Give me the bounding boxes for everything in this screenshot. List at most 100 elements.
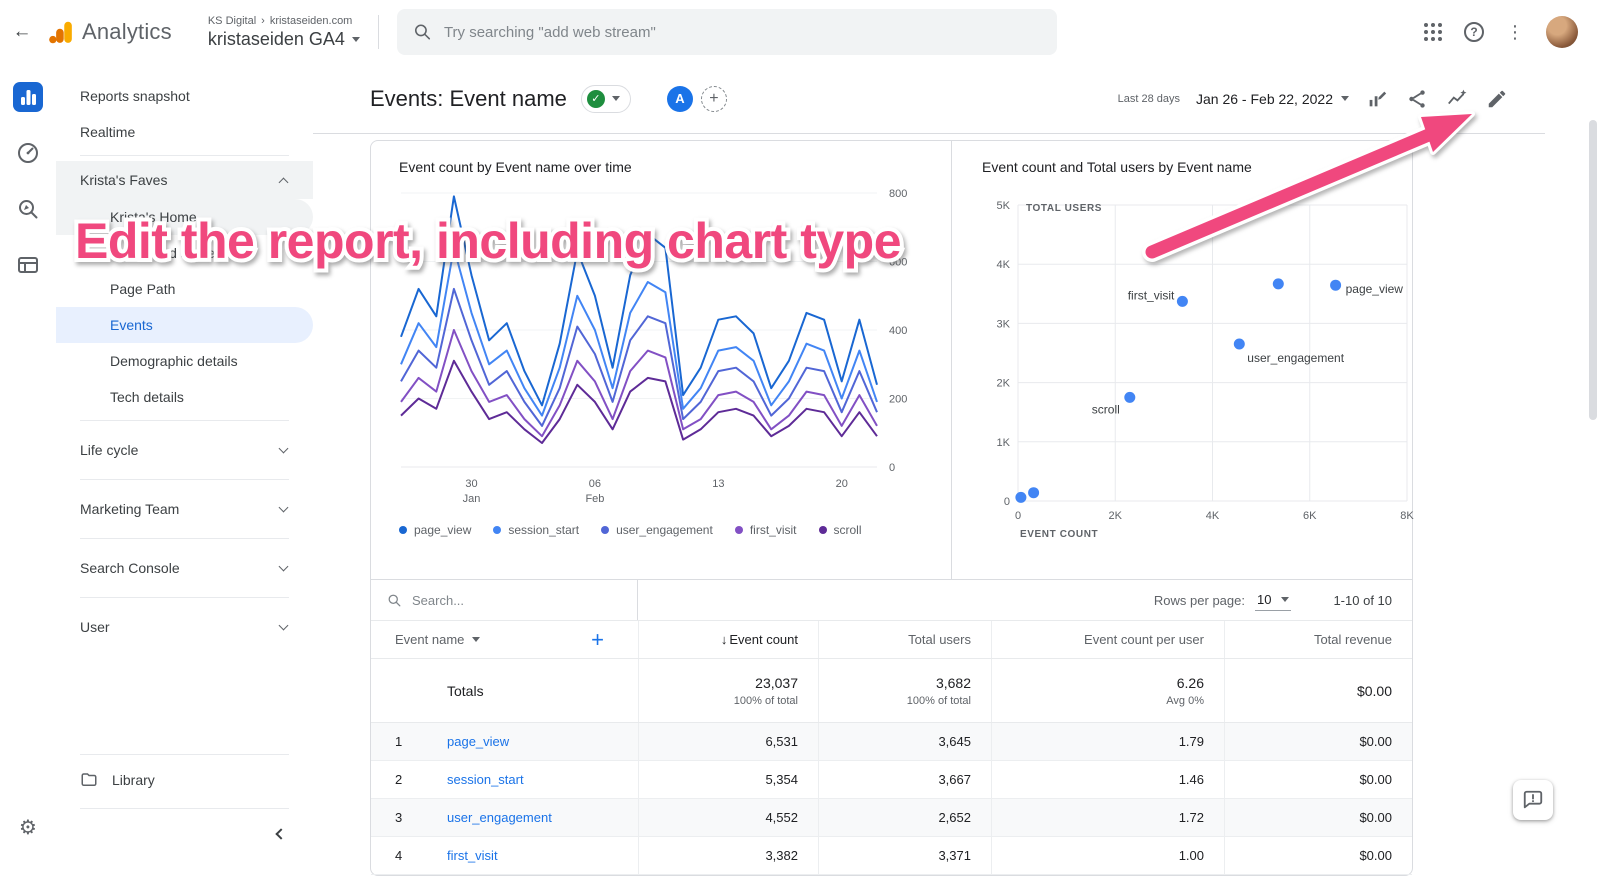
left-icon-rail: ⚙ [0, 64, 56, 884]
row-cell-revenue: $0.00 [1224, 799, 1412, 836]
insights-icon[interactable] [1445, 87, 1469, 111]
edit-comparisons-icon[interactable] [1365, 87, 1389, 111]
dimension-column-label: Event name [395, 632, 465, 647]
legend-item-session-start[interactable]: session_start [493, 523, 579, 537]
sidebar-item-tech-details[interactable]: Tech details [56, 379, 313, 415]
sidebar-item-realtime[interactable]: Realtime [56, 114, 313, 150]
column-header-total-revenue[interactable]: Total revenue [1224, 621, 1412, 658]
sidebar-section-marketing-team[interactable]: Marketing Team [56, 485, 313, 533]
add-comparison-button[interactable]: + [700, 85, 727, 112]
totals-label: Totals [447, 682, 484, 699]
comparison-avatar[interactable]: A [666, 85, 693, 112]
collapse-sidebar-button[interactable] [56, 814, 313, 854]
legend-dot [818, 526, 827, 534]
svg-text:2K: 2K [997, 378, 1011, 390]
table-search-input[interactable] [412, 592, 582, 608]
chevron-down-icon [1281, 597, 1290, 602]
row-cell-per-user: 1.46 [991, 761, 1224, 798]
sidebar-item-krista-s-home[interactable]: Krista's Home [56, 199, 313, 235]
search-icon [414, 24, 430, 40]
chevron-down-icon [278, 502, 289, 513]
legend-item-user-engagement[interactable]: user_engagement [601, 523, 713, 537]
svg-text:6K: 6K [1303, 510, 1317, 522]
scatter-point-first-visit[interactable] [1176, 295, 1188, 307]
sidebar-item-pages-and-screens[interactable]: Pages and screens [56, 235, 313, 271]
event-name-link[interactable]: first_visit [447, 848, 498, 863]
scatter-chart[interactable]: 0 2K 4K 6K 8K 0 1K 2K 3K 4K 5K TOTAL USERS EVENT COU… [982, 189, 1427, 551]
sort-desc-icon: ↓ [720, 632, 728, 647]
check-circle-icon: ✓ [586, 89, 605, 108]
property-selector[interactable]: kristaseiden GA4 [208, 29, 360, 50]
svg-text:0: 0 [1015, 510, 1021, 522]
legend-item-page-view[interactable]: page_view [399, 523, 471, 537]
nav-explore-icon[interactable] [13, 194, 43, 224]
event-name-link[interactable]: session_start [447, 772, 524, 787]
sidebar-section-life-cycle[interactable]: Life cycle [56, 426, 313, 474]
user-avatar[interactable] [1546, 16, 1578, 48]
breadcrumb-account[interactable]: KS Digital [208, 15, 256, 27]
scatter-point-misc[interactable] [1015, 491, 1027, 503]
line-chart[interactable]: 0 200 400 600 800 30 Jan 06 Feb 13 20 [399, 175, 939, 510]
divider [80, 155, 289, 156]
column-header-total-users[interactable]: Total users [818, 621, 991, 658]
folder-icon [81, 773, 97, 786]
column-header-event-count-per-user[interactable]: Event count per user [991, 621, 1224, 658]
event-name-link[interactable]: user_engagement [447, 810, 552, 825]
legend-item-scroll[interactable]: scroll [818, 523, 862, 537]
sidebar-item-reports-snapshot[interactable]: Reports snapshot [56, 78, 313, 114]
apps-grid-icon[interactable] [1424, 23, 1442, 41]
edit-report-pencil-icon[interactable] [1485, 87, 1509, 111]
row-dimension-cell: 2 session_start [371, 761, 638, 798]
section-label: Krista's Faves [80, 172, 168, 188]
row-cell-total-users: 3,667 [818, 761, 991, 798]
column-header-event-count[interactable]: ↓ Event count [638, 621, 818, 658]
search-input[interactable] [443, 23, 1041, 41]
scatter-point-session-start[interactable] [1272, 278, 1284, 290]
svg-text:600: 600 [889, 257, 907, 269]
admin-gear-icon[interactable]: ⚙ [19, 815, 37, 840]
table-search[interactable] [371, 580, 638, 620]
add-column-button[interactable]: + [591, 627, 604, 653]
chevron-left-icon [275, 828, 287, 840]
global-search[interactable] [396, 9, 1057, 55]
analytics-logo [48, 19, 74, 45]
chart-legend: page_view session_start user_engagement fir… [399, 523, 951, 537]
scrollbar-thumb[interactable] [1589, 120, 1597, 420]
event-name-link[interactable]: page_view [447, 734, 509, 749]
report-status-dropdown[interactable]: ✓ [580, 84, 631, 113]
back-arrow-icon[interactable]: ← [0, 21, 44, 43]
date-range-picker[interactable]: Jan 26 - Feb 22, 2022 [1196, 91, 1349, 107]
nav-reports-icon[interactable] [13, 82, 43, 112]
totals-per-user: 6.26 Avg 0% [991, 659, 1224, 722]
scatter-point-page-view[interactable] [1330, 279, 1342, 291]
scatter-point-misc[interactable] [1028, 487, 1040, 499]
more-vertical-icon[interactable]: ⋮ [1506, 22, 1524, 43]
share-icon[interactable] [1405, 87, 1429, 111]
help-icon[interactable]: ? [1464, 22, 1484, 42]
breadcrumb-property[interactable]: kristaseiden.com [270, 15, 353, 27]
column-header-event-name[interactable]: Event name + [371, 621, 638, 658]
table-body: 1 page_view 6,531 3,645 1.79 $0.00 2 session_st… [371, 723, 1412, 875]
divider [80, 754, 289, 755]
sidebar-item-demographic-details[interactable]: Demographic details [56, 343, 313, 379]
sidebar-section-kristas-faves[interactable]: Krista's Faves [56, 161, 313, 199]
nav-home-gauge-icon[interactable] [13, 138, 43, 168]
scatter-point-scroll[interactable] [1124, 391, 1136, 403]
totals-revenue: $0.00 [1224, 659, 1412, 722]
brand-name: Analytics [82, 19, 172, 44]
nav-advertising-icon[interactable] [13, 250, 43, 280]
scatter-point-user-engagement[interactable] [1233, 338, 1245, 350]
sidebar-item-page-path[interactable]: Page Path [56, 271, 313, 307]
svg-text:Jan: Jan [463, 493, 481, 505]
row-cell-event-count: 3,382 [638, 837, 818, 874]
legend-label: page_view [414, 523, 472, 537]
sidebar-item-events[interactable]: Events [56, 307, 313, 343]
sidebar-section-user[interactable]: User [56, 603, 313, 651]
table-row: 3 user_engagement 4,552 2,652 1.72 $0.00 [371, 799, 1412, 837]
sidebar-section-search-console[interactable]: Search Console [56, 544, 313, 592]
rows-per-page-select[interactable]: 10 [1254, 589, 1292, 611]
sidebar-item-library[interactable]: Library [56, 760, 313, 800]
feedback-button[interactable] [1513, 780, 1553, 820]
legend-item-first-visit[interactable]: first_visit [734, 523, 797, 537]
date-range-text: Jan 26 - Feb 22, 2022 [1196, 90, 1333, 107]
